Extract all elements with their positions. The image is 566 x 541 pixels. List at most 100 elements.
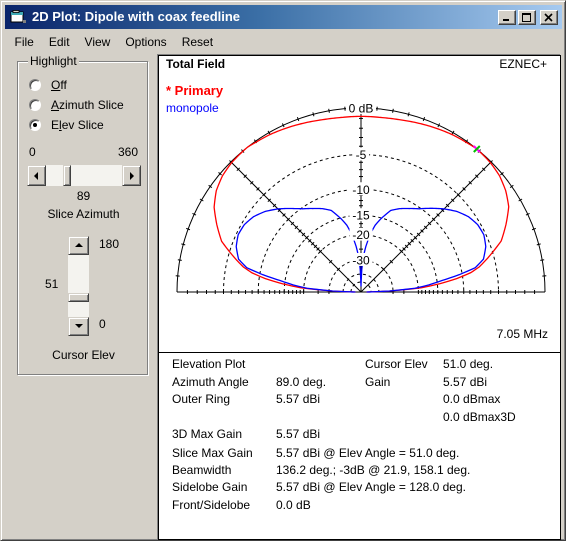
menu-options[interactable]: Options (118, 33, 174, 51)
radio-button-icon[interactable] (29, 99, 41, 111)
gain-dbmax3d: 0.0 dBmax3D (443, 410, 516, 424)
cursor-elev-label: Cursor Elev (52, 348, 115, 362)
elevation-polar-plot[interactable]: 0 dB -5 -10 -15 -20 -30 (159, 56, 560, 352)
scroll-up-button[interactable] (68, 236, 89, 255)
minimize-icon (503, 19, 509, 21)
radio-label: Off (51, 78, 67, 92)
beamwidth-label: Beamwidth (172, 463, 232, 477)
azimuth-angle-value: 89.0 deg. (276, 375, 327, 389)
arc-tick (392, 108, 394, 113)
arc-tick (181, 243, 186, 246)
menu-edit[interactable]: Edit (41, 33, 77, 51)
sidelobe-gain-label: Sidelobe Gain (172, 480, 248, 494)
cursor-elev-info-label: Cursor Elev (365, 357, 428, 371)
highlight-legend: Highlight (28, 54, 79, 68)
label-text: ff (60, 78, 67, 92)
brand-label: EZNEC+ (499, 57, 547, 71)
plot-window: 2D Plot: Dipole with coax feedline File … (0, 0, 566, 541)
gain-value: 5.57 dBi (443, 375, 488, 389)
app-icon[interactable] (10, 10, 27, 24)
arc-tick (312, 112, 315, 117)
arrow-right-icon (130, 172, 134, 180)
title-bar[interactable]: 2D Plot: Dipole with coax feedline (5, 5, 562, 29)
slice-azimuth-min: 0 (29, 145, 36, 159)
arrow-down-icon (75, 324, 83, 328)
slice-azimuth-value: 89 (76, 189, 91, 203)
arc-tick (186, 227, 191, 231)
arrow-left-icon (34, 172, 38, 180)
accelerator-key: O (51, 78, 61, 92)
slice-azimuth-scrollbar[interactable] (27, 165, 141, 186)
radio-label: Elev Slice (51, 118, 104, 132)
radio-azimuth-slice[interactable]: Azimuth Slice (29, 98, 124, 112)
menu-file[interactable]: File (7, 33, 41, 51)
plot-title: Total Field (166, 57, 226, 71)
front-sidelobe-label: Front/Sidelobe (172, 498, 251, 512)
front-sidelobe-value: 0.0 dB (276, 498, 311, 512)
scrollbar-thumb[interactable] (68, 292, 89, 302)
scrollbar-thumb[interactable] (62, 165, 71, 186)
legend-monopole: monopole (166, 101, 219, 115)
scroll-left-button[interactable] (27, 165, 46, 186)
gain-dbmax: 0.0 dBmax (443, 392, 501, 406)
maximize-icon (522, 13, 531, 22)
sidelobe-gain-value: 5.57 dBi @ Elev Angle = 128.0 deg. (276, 480, 466, 494)
arc-tick (296, 117, 300, 122)
outer-ring-value: 5.57 dBi (276, 392, 321, 406)
legend-primary: * Primary (166, 83, 224, 98)
window-title: 2D Plot: Dipole with coax feedline (32, 9, 241, 24)
ring-label: -30 (352, 253, 370, 267)
ring-label: 0 dB (349, 102, 374, 116)
ring-label: -10 (352, 183, 370, 197)
arc-tick (177, 259, 182, 261)
scroll-right-button[interactable] (122, 165, 141, 186)
radio-button-icon[interactable] (29, 119, 41, 131)
outer-ring-label: Outer Ring (172, 392, 231, 406)
close-button[interactable] (540, 10, 558, 25)
accelerator-key: A (51, 98, 60, 112)
radio-elev-slice[interactable]: Elev Slice (29, 118, 104, 132)
menu-reset[interactable]: Reset (174, 33, 220, 51)
max-3d-gain-value: 5.57 dBi (276, 427, 321, 441)
radio-label: Azimuth Slice (51, 98, 124, 112)
arc-tick (422, 117, 426, 122)
cursor-elev-value: 51 (45, 277, 59, 291)
plot-panel: 0 dB -5 -10 -15 -20 -30 Total Field EZNEC+ * … (158, 55, 561, 353)
radio-button-icon[interactable] (29, 79, 41, 91)
arc-tick (540, 259, 545, 261)
radio-off[interactable]: Off (29, 78, 67, 92)
arc-tick (407, 112, 410, 117)
arc-tick (536, 243, 541, 246)
scroll-down-button[interactable] (68, 317, 89, 336)
cursor-marker[interactable] (473, 145, 481, 153)
label-text: zimuth Slice (59, 98, 124, 112)
frequency-label: 7.05 MHz (496, 327, 548, 341)
label-text: E (51, 118, 60, 132)
ring-label: -5 (356, 148, 367, 162)
slice-azimuth-max: 360 (117, 145, 138, 159)
close-icon (544, 13, 553, 22)
label-text: ev Slice (61, 118, 104, 132)
cursor-elev-max: 180 (99, 237, 120, 251)
menu-view[interactable]: View (77, 33, 118, 51)
minimize-button[interactable] (498, 10, 516, 25)
highlight-group: Highlight Off Azimuth Slice Elev Slice 0… (17, 54, 148, 375)
gain-label: Gain (365, 375, 391, 389)
cursor-elev-info-value: 51.0 deg. (443, 357, 494, 371)
max-3d-gain-label: 3D Max Gain (172, 427, 243, 441)
slice-max-gain-value: 5.57 dBi @ Elev Angle = 51.0 deg. (276, 446, 460, 460)
ring-label: -20 (352, 228, 370, 242)
beamwidth-value: 136.2 deg.; -3dB @ 21.9, 158.1 deg. (276, 463, 471, 477)
ring-label: -15 (352, 209, 370, 223)
cursor-elev-min: 0 (99, 317, 106, 331)
plot-type: Elevation Plot (172, 357, 246, 371)
cursor-elev-scrollbar[interactable] (68, 236, 89, 336)
arc-tick (531, 227, 536, 231)
azimuth-angle-label: Azimuth Angle (172, 375, 249, 389)
info-panel: Elevation Plot Cursor Elev 51.0 deg. Azi… (158, 352, 561, 540)
slice-max-gain-label: Slice Max Gain (172, 446, 253, 460)
arc-tick (328, 108, 330, 113)
menu-bar: File Edit View Options Reset (7, 32, 221, 52)
maximize-button[interactable] (518, 10, 536, 25)
slice-azimuth-label: Slice Azimuth (47, 207, 120, 221)
